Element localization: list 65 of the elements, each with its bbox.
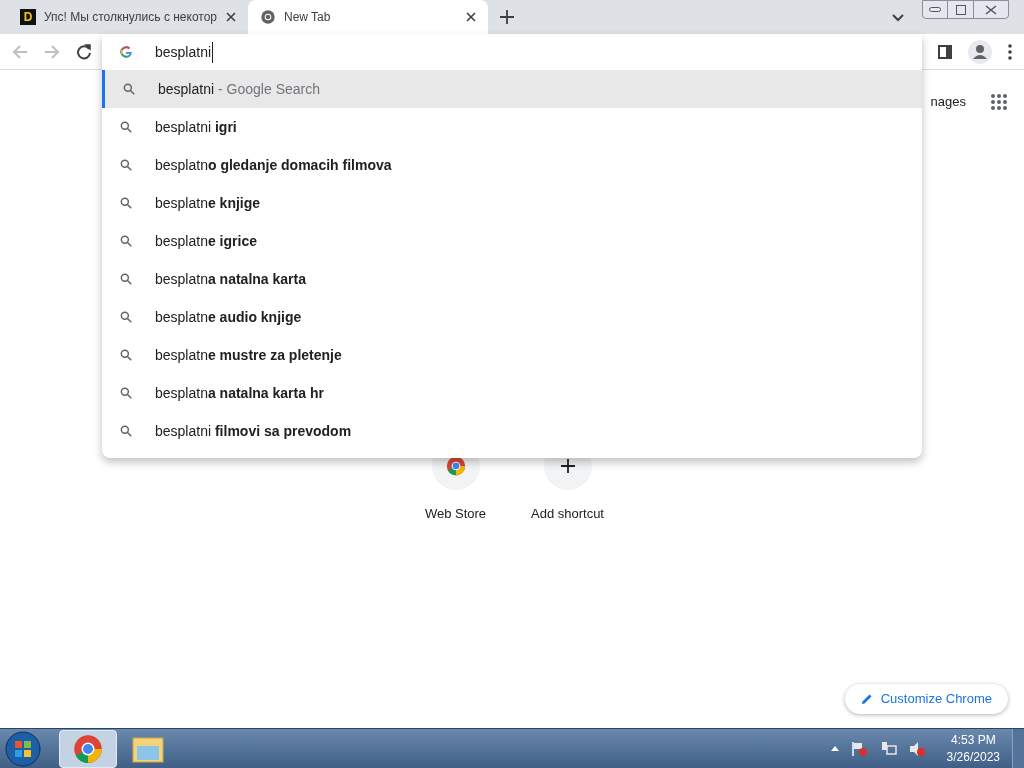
tray-arrow-icon[interactable]	[830, 746, 839, 751]
search-icon	[119, 310, 133, 324]
suggestion-text: besplatni igri	[155, 117, 237, 137]
search-icon	[122, 82, 136, 96]
suggestion-text: besplatne audio knjige	[155, 307, 302, 327]
suggestion-item[interactable]: besplatne audio knjige	[102, 298, 922, 336]
site-favicon-icon: D	[20, 9, 36, 25]
flag-error-icon[interactable]	[850, 740, 869, 757]
google-icon	[119, 45, 133, 59]
caret-icon[interactable]	[892, 14, 904, 22]
profile-icon[interactable]	[968, 39, 992, 64]
shortcut-label: Web Store	[424, 504, 487, 523]
search-icon	[119, 348, 133, 362]
close-icon	[985, 4, 997, 15]
tab-title: Упс! Мы столкнулись с некотор	[44, 9, 218, 26]
search-icon	[119, 234, 133, 248]
suggestion-item[interactable]: besplatne knjige	[102, 184, 922, 222]
clock-time: 4:53 PM	[950, 731, 996, 749]
new-tab-icon[interactable]	[500, 10, 514, 24]
search-icon	[119, 120, 133, 134]
browser-tab[interactable]: New Tab	[248, 0, 488, 34]
search-icon	[119, 386, 133, 400]
suggestion-text: besplatne mustre za pletenje	[155, 345, 342, 365]
search-icon	[119, 158, 133, 172]
customize-chrome-button[interactable]: Customize Chrome	[844, 684, 1008, 714]
suggestion-item[interactable]: besplatni igri	[102, 108, 922, 146]
suggestion-item[interactable]: besplatne igrice	[102, 222, 922, 260]
shortcut-label: Add shortcut	[531, 504, 604, 523]
suggestion-item[interactable]: besplatni - Google Search	[102, 70, 922, 108]
search-icon	[119, 196, 133, 210]
suggestion-text: besplatna natalna karta hr	[155, 383, 324, 403]
apps-icon[interactable]	[990, 92, 1008, 111]
suggestion-item[interactable]: besplatna natalna karta	[102, 260, 922, 298]
menu-icon[interactable]	[1008, 43, 1012, 60]
images-link[interactable]: nages	[930, 92, 966, 112]
chrome-taskbar-button[interactable]	[59, 729, 117, 768]
suggestion-text: besplatne igrice	[155, 231, 257, 251]
start-button[interactable]	[3, 729, 43, 768]
suggestion-text: besplatne knjige	[155, 193, 261, 213]
chrome-logo-icon	[73, 733, 103, 764]
tab-title: New Tab	[284, 9, 332, 26]
suggestion-item[interactable]: besplatne mustre za pletenje	[102, 336, 922, 374]
suggestion-item[interactable]: besplatno gledanje domacih filmova	[102, 146, 922, 184]
chrome-icon	[260, 9, 276, 25]
suggestion-text: besplatni filmovi sa prevodom	[155, 421, 352, 441]
speaker-muted-icon[interactable]	[908, 740, 927, 757]
side-panel-icon[interactable]	[938, 44, 952, 59]
close-icon[interactable]	[226, 12, 236, 22]
clock-date: 3/26/2023	[946, 748, 1000, 766]
suggestion-text: besplatna natalna karta	[155, 269, 306, 289]
suggestion-text: besplatno gledanje domacih filmova	[155, 155, 392, 175]
show-desktop-button[interactable]	[1012, 728, 1024, 768]
reload-icon[interactable]	[76, 43, 92, 60]
search-icon	[119, 424, 133, 438]
pencil-icon	[860, 693, 873, 705]
network-icon[interactable]	[880, 740, 897, 757]
suggestion-item[interactable]: besplatni filmovi sa prevodom	[102, 412, 922, 450]
address-input: besplatni	[155, 41, 214, 63]
suggestion-item[interactable]: besplatna natalna karta hr	[102, 374, 922, 412]
search-icon	[119, 272, 133, 286]
suggestion-text: besplatni	[158, 79, 215, 99]
close-icon[interactable]	[466, 12, 476, 22]
plus-icon	[560, 458, 575, 473]
suggestion-hint: - Google Search	[218, 79, 320, 99]
address-bar[interactable]: besplatni	[102, 34, 922, 70]
